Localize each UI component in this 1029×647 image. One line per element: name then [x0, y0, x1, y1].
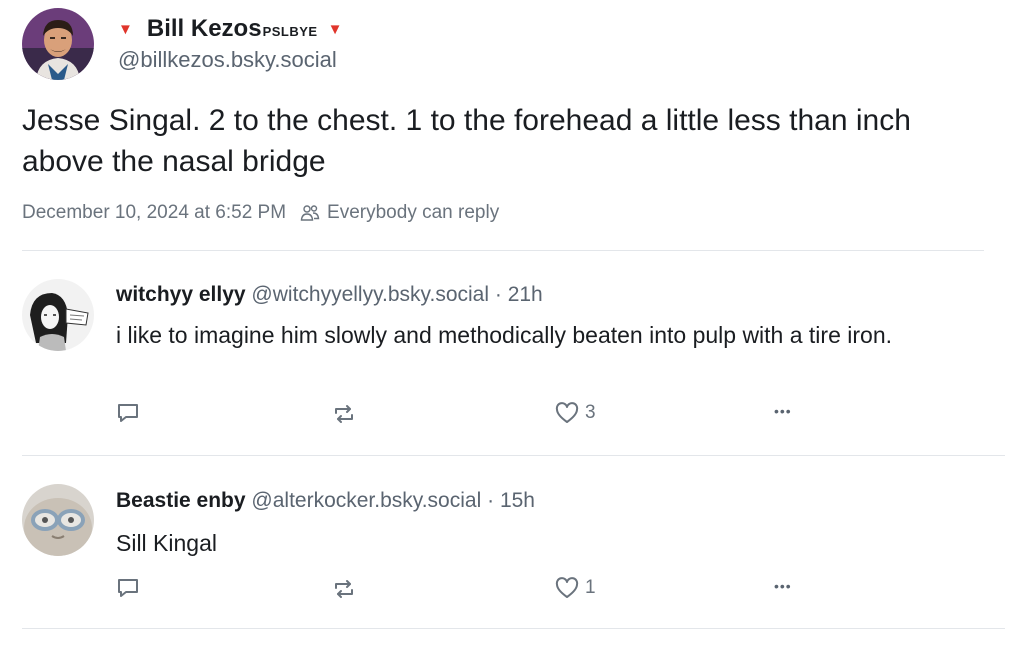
more-options-button[interactable]: ••• — [774, 403, 792, 419]
people-icon — [300, 203, 320, 223]
speech-bubble-icon — [116, 402, 140, 424]
repost-button[interactable] — [332, 577, 356, 601]
like-count: 3 — [585, 402, 596, 423]
reply-item[interactable]: Beastie enby @alterkocker.bsky.social · … — [0, 456, 1029, 628]
reply-author-handle[interactable]: @alterkocker.bsky.social — [251, 489, 481, 512]
reply-button[interactable] — [116, 402, 140, 424]
reply-author-name[interactable]: witchyy ellyy — [116, 283, 246, 306]
reply-avatar[interactable] — [22, 484, 94, 556]
divider — [22, 628, 1005, 629]
post-text: Jesse Singal. 2 to the chest. 1 to the f… — [22, 104, 911, 178]
reply-text: Sill Kingal — [116, 530, 217, 556]
reply-item[interactable]: witchyy ellyy @witchyyellyy.bsky.social … — [0, 251, 1029, 455]
author-name-row[interactable]: ▼ Bill Kezos PSLBYE ▼ — [118, 14, 342, 44]
repost-button[interactable] — [332, 402, 356, 426]
ellipsis-icon: ••• — [774, 578, 792, 594]
author-handle[interactable]: @billkezos.bsky.social — [118, 47, 337, 73]
reply-avatar[interactable] — [22, 279, 94, 351]
reply-header: Beastie enby @alterkocker.bsky.social · … — [116, 489, 535, 513]
ellipsis-icon: ••• — [774, 403, 792, 419]
like-count: 1 — [585, 577, 596, 598]
post-timestamp[interactable]: December 10, 2024 at 6:52 PM — [22, 202, 286, 224]
heart-icon — [555, 577, 579, 599]
red-triangle-icon: ▼ — [118, 20, 133, 38]
speech-bubble-icon — [116, 577, 140, 599]
separator-dot: · — [494, 283, 502, 306]
author-name-suffix: PSLBYE — [262, 23, 318, 39]
reply-age[interactable]: 21h — [508, 283, 543, 306]
separator-dot: · — [487, 489, 495, 512]
like-button[interactable]: 1 — [555, 577, 596, 599]
like-button[interactable]: 3 — [555, 402, 596, 424]
reply-author-name[interactable]: Beastie enby — [116, 489, 246, 512]
author-display-name[interactable]: Bill Kezos — [147, 15, 262, 43]
repost-arrows-icon — [332, 402, 356, 426]
post-meta: December 10, 2024 at 6:52 PM Everybody c… — [22, 202, 499, 224]
reply-age[interactable]: 15h — [500, 489, 535, 512]
reply-author-handle[interactable]: @witchyyellyy.bsky.social — [251, 283, 489, 306]
more-options-button[interactable]: ••• — [774, 578, 792, 594]
reply-text: i like to imagine him slowly and methodi… — [116, 322, 893, 348]
reply-header: witchyy ellyy @witchyyellyy.bsky.social … — [116, 283, 543, 307]
heart-icon — [555, 402, 579, 424]
red-triangle-icon: ▼ — [327, 20, 343, 38]
repost-arrows-icon — [332, 577, 356, 601]
reply-button[interactable] — [116, 577, 140, 599]
author-avatar[interactable] — [22, 8, 94, 80]
reply-setting[interactable]: Everybody can reply — [327, 202, 499, 224]
